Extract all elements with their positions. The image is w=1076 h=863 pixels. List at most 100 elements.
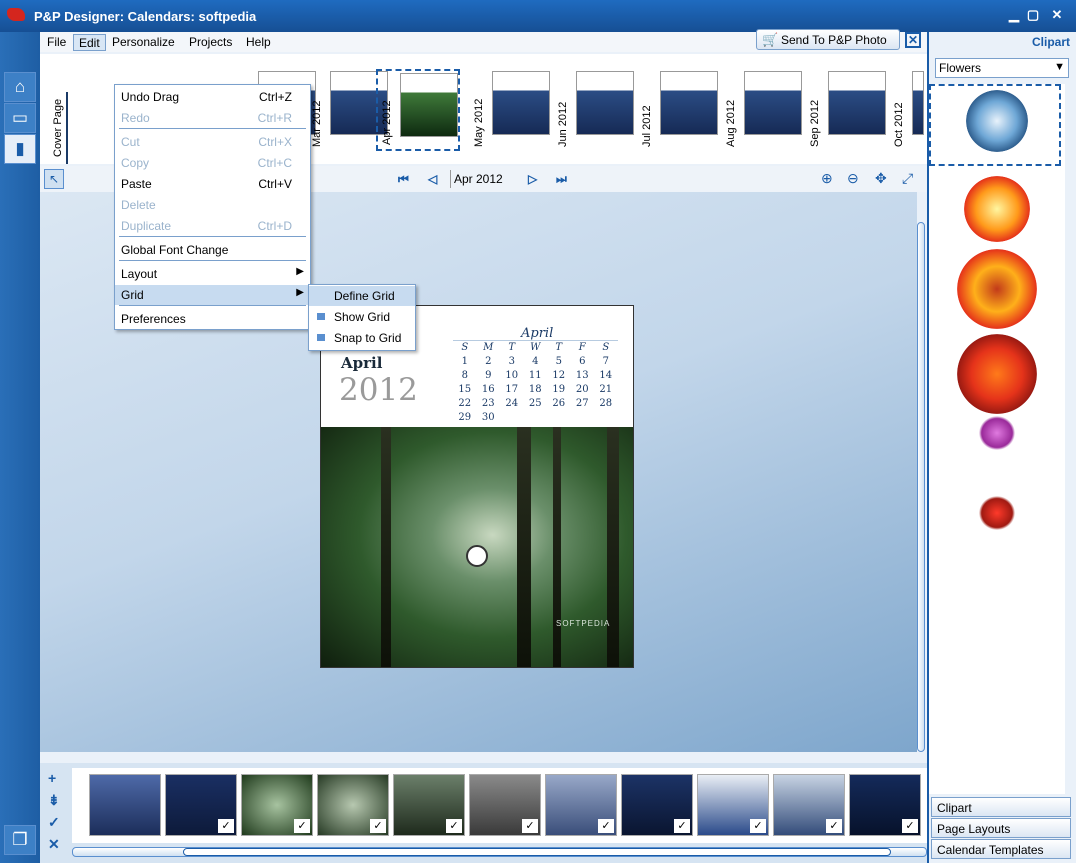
tray-photo[interactable]: ✓	[241, 774, 313, 836]
canvas-scrollbar[interactable]	[917, 222, 925, 752]
tab-page-layouts[interactable]: Page Layouts	[931, 818, 1071, 838]
tray-photo[interactable]	[89, 774, 161, 836]
red-flower-clipart[interactable]	[957, 334, 1037, 414]
check-icon[interactable]: ✓	[48, 814, 60, 831]
tray-photo[interactable]: ✓	[849, 774, 921, 836]
month-thumb[interactable]: Sep 2012	[806, 69, 890, 151]
tab-clipart[interactable]: Clipart	[931, 797, 1071, 817]
previous-page-icon[interactable]: ◁	[428, 172, 437, 186]
zoom-in-icon[interactable]: ⊕	[821, 170, 833, 187]
menu-item-label: Undo Drag	[121, 90, 180, 104]
yellow-flower-clipart[interactable]	[957, 249, 1037, 329]
close-project-icon[interactable]: ✕	[905, 32, 921, 48]
tray-scroll-knob[interactable]	[183, 848, 891, 856]
chevron-down-icon: ▼	[1054, 61, 1065, 73]
purple-flower-clipart[interactable]	[979, 416, 1015, 450]
panel-header: Clipart	[1031, 35, 1070, 49]
menu-snap-to-grid[interactable]: Snap to Grid	[309, 328, 415, 348]
thumb-label: Jun 2012	[557, 101, 569, 147]
menu-item-label: Preferences	[121, 312, 186, 326]
menu-edit[interactable]: Edit	[73, 34, 106, 51]
tray-photo[interactable]: ✓	[773, 774, 845, 836]
calendar-mode-icon[interactable]: ▮	[4, 134, 36, 164]
month-thumb[interactable]: Jun 2012	[554, 69, 638, 151]
month-thumb[interactable]: Jul 2012	[638, 69, 722, 151]
zoom-out-icon[interactable]: ⊖	[847, 170, 859, 187]
menu-global-font-change[interactable]: Global Font Change	[115, 240, 310, 260]
thumb-label: Sep 2012	[809, 99, 821, 147]
first-page-icon[interactable]: ⏮	[398, 172, 409, 187]
book-icon[interactable]: ▭	[4, 103, 36, 133]
used-check-icon: ✓	[218, 819, 234, 833]
blue-flower-clipart[interactable]	[966, 90, 1028, 152]
tree-shape	[381, 427, 391, 667]
pages-icon[interactable]: ❐	[4, 825, 36, 855]
thumb-label: Oct 2012	[893, 102, 905, 147]
calendar-grid[interactable]: S M T W T F S 1 2 3 4 5 6 7 8 9 10 11 12 13 14 15 16 17 18 19 20 21…	[453, 340, 618, 425]
menu-preferences[interactable]: Preferences	[115, 309, 310, 329]
menu-shortcut: Ctrl+C	[257, 156, 292, 170]
tray-photo[interactable]: ✓	[697, 774, 769, 836]
close-icon[interactable]: ✕	[1050, 8, 1064, 22]
calendar-weekday: S	[453, 340, 477, 355]
menu-show-grid[interactable]: Show Grid	[309, 307, 415, 327]
menu-shortcut: Ctrl+V	[258, 177, 292, 191]
menu-undo-drag[interactable]: Undo Drag Ctrl+Z	[115, 87, 310, 107]
send-to-pp-photo-button[interactable]: 🛒 Send To P&P Photo	[756, 29, 900, 50]
month-thumb[interactable]: Oct 2012	[890, 69, 924, 151]
menu-item-label: Delete	[121, 198, 156, 212]
full-screen-icon[interactable]: ⤢	[902, 170, 913, 187]
calendar-day: 21	[599, 384, 613, 395]
home-icon[interactable]: ⌂	[4, 72, 36, 102]
fit-page-icon[interactable]: ✥	[875, 170, 887, 187]
minimize-icon[interactable]: ▁	[1007, 8, 1021, 22]
add-multiple-icon[interactable]: ⇟	[48, 792, 60, 809]
next-page-icon[interactable]: ▷	[528, 172, 537, 186]
select-tool-icon[interactable]: ↖	[44, 169, 64, 189]
thumb-image	[400, 73, 458, 137]
cover-page-tab[interactable]: Cover Page	[52, 92, 68, 164]
page-month[interactable]: April	[341, 354, 382, 372]
remove-photo-icon[interactable]: ✕	[48, 836, 60, 853]
tray-photo[interactable]: ✓	[545, 774, 617, 836]
thumb-label: May 2012	[473, 98, 485, 147]
tray-photo[interactable]: ✓	[317, 774, 389, 836]
menu-projects[interactable]: Projects	[184, 34, 237, 51]
tab-calendar-templates[interactable]: Calendar Templates	[931, 839, 1071, 859]
tree-shape	[517, 427, 531, 667]
clipart-category-select[interactable]: Flowers ▼	[935, 58, 1069, 78]
tray-photo[interactable]: ✓	[393, 774, 465, 836]
menu-paste[interactable]: Paste Ctrl+V	[115, 174, 310, 194]
calendar-page[interactable]: April 2012 April S M T W T F S 1 2 3 4 5 6 7 8 9 10 11 12 1…	[320, 305, 634, 668]
calendar-day: 5	[555, 356, 562, 367]
month-thumb[interactable]: Aug 2012	[722, 69, 806, 151]
menu-shortcut: Ctrl+D	[257, 219, 292, 233]
tray-photo[interactable]: ✓	[165, 774, 237, 836]
calendar-day: 2	[485, 356, 492, 367]
calendar-weekday: W	[523, 340, 547, 355]
calendar-photo[interactable]: SOFTPEDIA	[321, 427, 633, 667]
calendar-day: 12	[552, 370, 566, 381]
orange-flower-clipart[interactable]	[964, 176, 1030, 242]
month-thumb-selected[interactable]: Apr 2012	[376, 69, 460, 151]
menu-personalize[interactable]: Personalize	[107, 34, 180, 51]
tray-scrollbar[interactable]	[72, 847, 927, 857]
page-year[interactable]: 2012	[339, 372, 418, 408]
menu-layout[interactable]: Layout ▶	[115, 264, 310, 284]
month-thumb[interactable]: May 2012	[470, 69, 554, 151]
menu-define-grid[interactable]: Define Grid	[309, 286, 415, 306]
add-photo-icon[interactable]: +	[48, 770, 56, 786]
maximize-icon[interactable]: ▢	[1026, 8, 1040, 22]
red-small-flower-clipart[interactable]	[979, 496, 1015, 530]
tray-photo[interactable]: ✓	[469, 774, 541, 836]
menu-item-label: Show Grid	[334, 310, 391, 324]
edit-menu-dropdown: Undo Drag Ctrl+Z Redo Ctrl+R Cut Ctrl+X Cop…	[114, 84, 311, 330]
last-page-icon[interactable]: ⏭	[556, 172, 567, 187]
menu-file[interactable]: File	[42, 34, 71, 51]
calendar-day: 28	[599, 398, 613, 409]
menu-help[interactable]: Help	[241, 34, 276, 51]
calendar-day: 4	[532, 356, 539, 367]
calendar-day: 11	[528, 370, 542, 381]
tray-photo[interactable]: ✓	[621, 774, 693, 836]
menu-grid[interactable]: Grid ▶	[115, 285, 310, 305]
